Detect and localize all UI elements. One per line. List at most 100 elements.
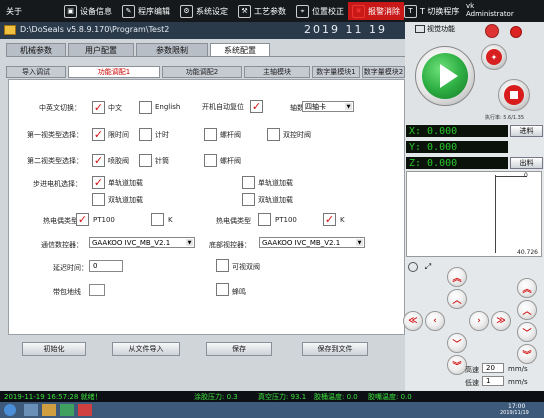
thermo2-pt100-checkbox[interactable]	[258, 213, 271, 226]
initialize-button[interactable]: 初始化	[22, 342, 86, 356]
thermo1-pt100-checkbox[interactable]: ✓	[76, 213, 89, 226]
thermo2-k-label: K	[340, 216, 345, 224]
jog-x-plus-fast[interactable]: ≫	[491, 311, 511, 331]
ground-wire-input[interactable]	[89, 284, 105, 296]
stepper-opt4-checkbox[interactable]	[242, 193, 255, 206]
valve1-opt2-label: 计时	[155, 131, 169, 139]
menu-program-switch[interactable]: TT 切换程序	[404, 2, 459, 20]
low-speed-unit: mm/s	[508, 378, 528, 386]
tab-system-config[interactable]: 系统配置	[210, 43, 270, 56]
save-to-file-button[interactable]: 保存到文件	[302, 342, 368, 356]
z-height-chart: 0 40.726	[406, 171, 542, 257]
about-menu[interactable]: 关于	[6, 2, 22, 20]
menu-alarm-clear[interactable]: ✖ 报警消除	[348, 2, 404, 20]
thermo2-pt100-label: PT100	[275, 216, 297, 224]
dual-control-checkbox[interactable]	[216, 259, 229, 272]
jog-z-up[interactable]: ︿	[517, 300, 537, 320]
pause-icon[interactable]	[510, 26, 522, 38]
vision2-label: 底部视控器：	[209, 241, 251, 249]
buzzer-checkbox[interactable]	[216, 283, 229, 296]
jog-y-plus-fast[interactable]: ︽	[447, 267, 467, 287]
vision-function-button[interactable]: 视觉功能	[415, 24, 455, 34]
dual-control-label: 可视双阀	[232, 263, 260, 271]
language-label: 中英文切换：	[39, 104, 81, 112]
feed-in-button[interactable]: 进料	[510, 125, 543, 137]
stepper-opt2-label: 单轨道加载	[258, 179, 293, 187]
zoom-icon[interactable]	[408, 262, 418, 272]
tab-param-limits[interactable]: 参数限制	[136, 43, 208, 56]
menu-process-params[interactable]: ⚒ 工艺参数	[238, 2, 286, 20]
menu-position-calibration[interactable]: ⌖ 位置校正	[296, 2, 344, 20]
control-panel: 视觉功能 ✦ 执行率: 5.6/1.35 X: 0.000 进料 Y: 0.00…	[403, 22, 544, 391]
user-name: vk	[466, 2, 475, 10]
rate-note: 执行率: 5.6/1.35	[485, 115, 525, 121]
stepper-opt3-checkbox[interactable]	[92, 193, 105, 206]
valve2-opt2-checkbox[interactable]	[139, 154, 152, 167]
axis-card-select[interactable]: 四轴卡 ▼	[302, 101, 354, 112]
feed-out-button[interactable]: 出料	[510, 157, 543, 169]
taskbar-app-icon-2[interactable]	[78, 404, 92, 416]
jog-z-down[interactable]: ﹀	[517, 322, 537, 342]
jog-x-plus[interactable]: ›	[469, 311, 489, 331]
subtab-function-config-2[interactable]: 功能调配2	[162, 66, 242, 78]
lock-icon[interactable]	[485, 24, 499, 38]
subtab-digital-module-1[interactable]: 数字量模块1	[312, 66, 360, 78]
save-button[interactable]: 保存	[206, 342, 272, 356]
subtab-function-config-1[interactable]: 功能调配1	[68, 66, 160, 78]
subtab-digital-module-2[interactable]: 数字量模块2	[362, 66, 405, 78]
tab-machine-params[interactable]: 机械参数	[6, 43, 66, 56]
stepper-opt2-checkbox[interactable]	[242, 176, 255, 189]
stepper-opt1-checkbox[interactable]: ✓	[92, 176, 105, 189]
import-from-file-button[interactable]: 从文件导入	[112, 342, 180, 356]
tab-user-config[interactable]: 用户配置	[68, 43, 134, 56]
user-info[interactable]: vk Administrator	[466, 2, 542, 20]
menu-device-info[interactable]: ▣ 设备信息	[64, 2, 112, 20]
jog-y-minus-fast[interactable]: ︾	[447, 355, 467, 375]
thermo1-pt100-label: PT100	[93, 216, 115, 224]
high-speed-label: 高速	[465, 366, 479, 374]
config-form-panel: 中英文切换： ✓ 中文 English 开机自动复位 ✓ 轴数 四轴卡 ▼ 第一视…	[8, 79, 405, 335]
vision1-select[interactable]: GAAKOO IVC_MB_V2.1 ▼	[89, 237, 195, 248]
menu-program-edit[interactable]: ✎ 程序编辑	[122, 2, 170, 20]
ground-wire-label: 带包地线	[53, 288, 81, 296]
lang-chinese-checkbox[interactable]: ✓	[92, 101, 105, 114]
jog-z-down-fast[interactable]: ︾	[517, 344, 537, 364]
thermo1-k-checkbox[interactable]	[151, 213, 164, 226]
valve1-opt3-checkbox[interactable]	[204, 128, 217, 141]
jog-y-plus[interactable]: ︿	[447, 289, 467, 309]
taskbar-folder-icon[interactable]	[42, 404, 56, 416]
lang-chinese-label: 中文	[108, 104, 122, 112]
chart-top-label: 0	[524, 172, 528, 179]
start-menu-icon[interactable]	[4, 404, 16, 416]
menu-system-settings[interactable]: ⚙ 系统设定	[180, 2, 228, 20]
subtab-import-debug[interactable]: 导入调试	[6, 66, 66, 78]
valve1-opt1-checkbox[interactable]: ✓	[92, 128, 105, 141]
thermo2-k-checkbox[interactable]: ✓	[323, 213, 336, 226]
fit-icon[interactable]: ⤢	[423, 262, 433, 272]
vision2-select[interactable]: GAAKOO IVC_MB_V2.1 ▼	[259, 237, 365, 248]
valve2-opt3-checkbox[interactable]	[204, 154, 217, 167]
monitor-icon: ▣	[64, 4, 77, 18]
taskbar-app-icon[interactable]	[24, 404, 38, 416]
high-speed-unit: mm/s	[508, 365, 528, 373]
subtab-spindle-module[interactable]: 主轴模块	[244, 66, 310, 78]
valve1-opt2-checkbox[interactable]	[139, 128, 152, 141]
delay-input[interactable]: 0	[89, 260, 123, 272]
low-speed-input[interactable]: 1	[482, 376, 504, 386]
status-bar: 2019-11-19 16:57:28 就绪！ 涂胶压力: 0.3 真空压力: …	[0, 391, 544, 402]
chart-top-line	[495, 176, 527, 177]
jog-x-minus[interactable]: ‹	[425, 311, 445, 331]
jog-y-minus[interactable]: ﹀	[447, 333, 467, 353]
boot-reset-checkbox[interactable]: ✓	[250, 100, 263, 113]
jog-x-minus-fast[interactable]: ≪	[403, 311, 423, 331]
valve2-opt2-label: 针筒	[155, 157, 169, 165]
jog-z-up-fast[interactable]: ︽	[517, 278, 537, 298]
valve1-opt4-checkbox[interactable]	[267, 128, 280, 141]
valve2-opt1-checkbox[interactable]: ✓	[92, 154, 105, 167]
glue-pressure: 涂胶压力: 0.3	[194, 393, 238, 401]
lang-english-checkbox[interactable]	[139, 101, 152, 114]
taskbar-media-icon[interactable]	[60, 404, 74, 416]
current-date: 2019 11 19	[304, 23, 387, 36]
t-switch-icon: T	[404, 4, 417, 18]
high-speed-input[interactable]: 20	[482, 363, 504, 373]
